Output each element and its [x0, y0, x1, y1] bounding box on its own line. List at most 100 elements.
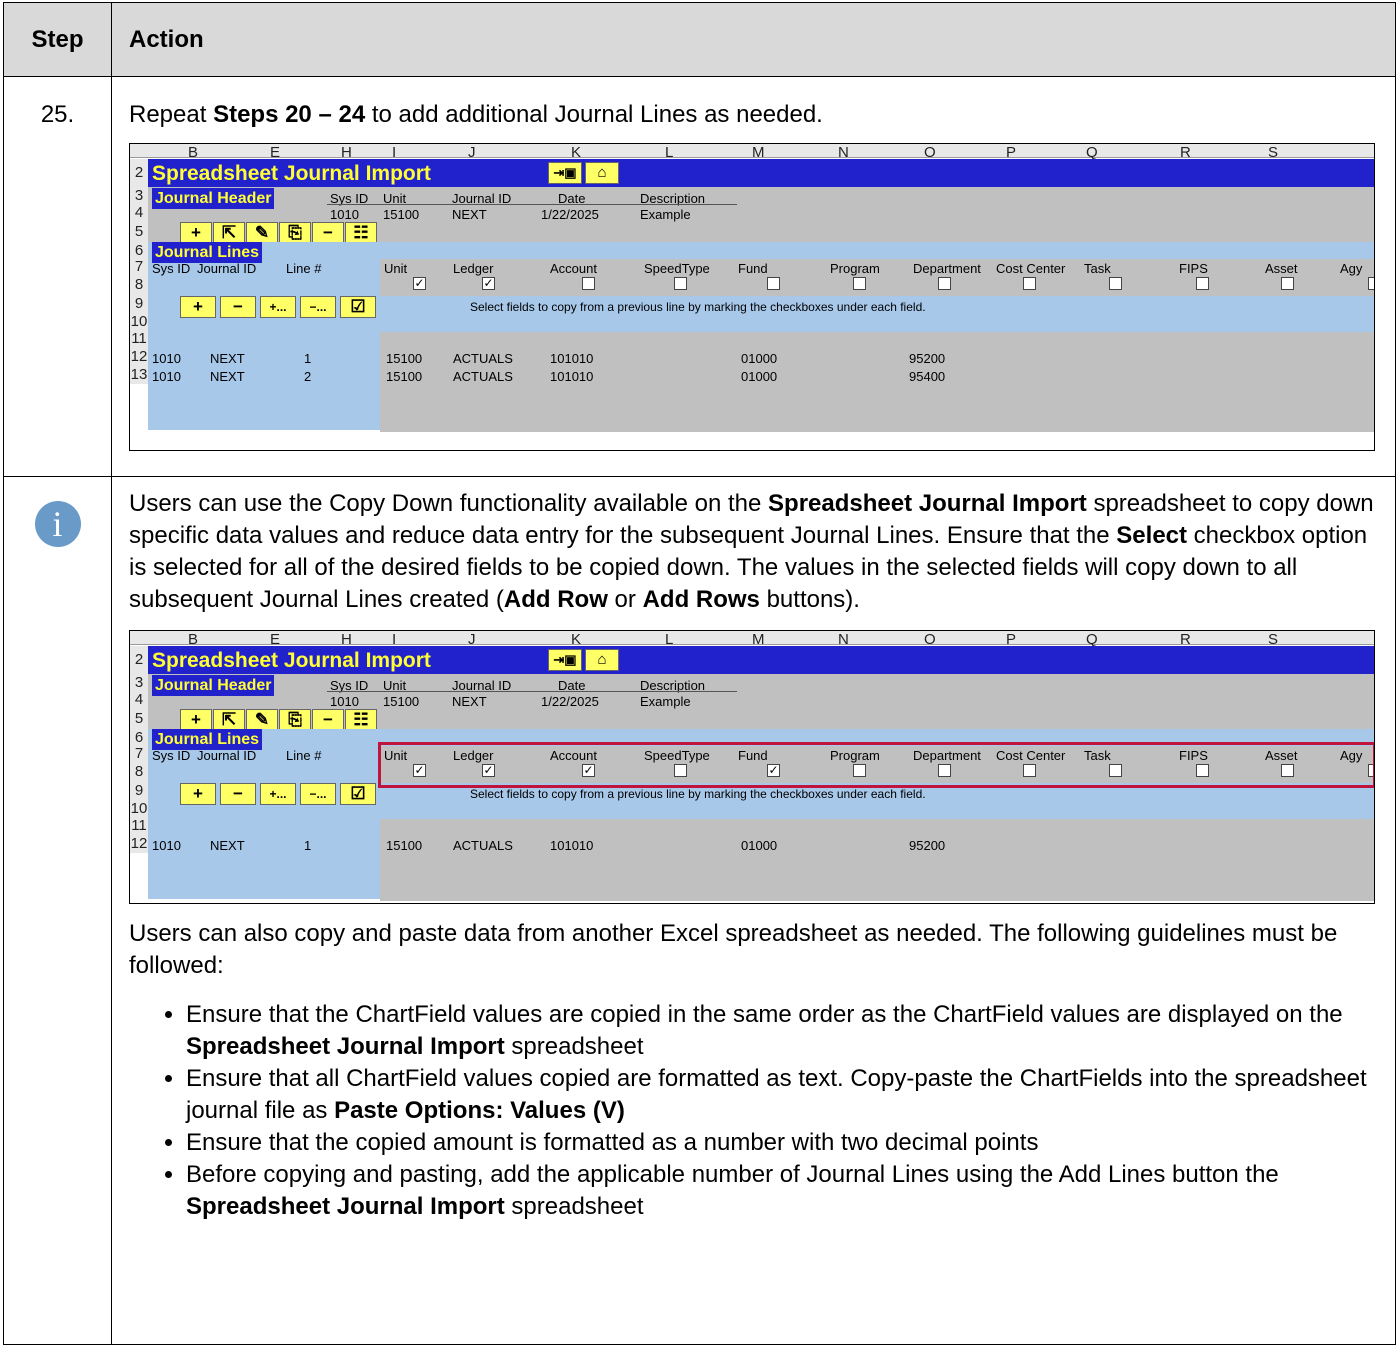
- checkbox: [767, 276, 780, 290]
- data-cell: 1010: [152, 350, 181, 366]
- data-cell: 2: [304, 368, 312, 384]
- header-divider: [327, 203, 737, 205]
- checkbox: [938, 276, 951, 290]
- checkbox-checked: ✓: [482, 275, 495, 290]
- line-field-label: Agy: [1340, 260, 1363, 276]
- checkbox: [1109, 276, 1122, 290]
- home-icon: ⌂: [585, 648, 619, 671]
- line-field-label: Line #: [286, 260, 322, 276]
- data-cell: 01000: [741, 368, 778, 384]
- add-lines-button: +...: [260, 782, 296, 805]
- data-cell: ACTUALS: [453, 350, 513, 366]
- spreadsheet-screenshot-2: B E H I J K L M N O P Q R S 2 3 4 5 6 7 8 9 10 11 12 Spreadsheet …: [129, 629, 1375, 904]
- row-number: 11: [130, 328, 148, 348]
- line-field-label: Program: [830, 260, 880, 276]
- copy-hint: Select fields to copy from a previous li…: [470, 299, 926, 314]
- header-divider: [327, 690, 737, 692]
- checkbox: [674, 276, 687, 290]
- table-header-row: Step Action: [3, 2, 1396, 77]
- checkbox: [1196, 276, 1209, 290]
- data-cell: 1010: [152, 368, 181, 384]
- document-page: Step Action 25. Repeat Steps 20 – 24 to …: [3, 2, 1396, 1349]
- row-number: 9: [130, 780, 148, 801]
- select-button: ⇱: [213, 221, 245, 244]
- step-instruction: Repeat Steps 20 – 24 to add additional J…: [129, 101, 823, 128]
- data-cell: ACTUALS: [453, 368, 513, 384]
- row-number: 10: [130, 312, 148, 330]
- select-button: ⇱: [213, 708, 245, 731]
- data-cell: ACTUALS: [453, 837, 513, 853]
- row-number: 7: [130, 258, 148, 275]
- data-cell: 1: [304, 350, 312, 366]
- add-line-button: +: [180, 782, 216, 805]
- import-icon: ⇥▣: [548, 648, 582, 671]
- home-icon: ⌂: [585, 161, 619, 184]
- copy-hint: Select fields to copy from a previous li…: [470, 786, 926, 801]
- data-cell: 95400: [909, 368, 946, 384]
- line-field-label: FIPS: [1179, 260, 1208, 276]
- row-number: 4: [130, 203, 148, 221]
- select-all-button: ☑: [340, 295, 376, 318]
- data-cell: NEXT: [210, 837, 245, 853]
- step-action: Repeat Steps 20 – 24 to add additional J…: [111, 76, 1396, 477]
- line-field-label: Sys ID: [152, 747, 191, 763]
- header-field-value: 15100: [383, 206, 420, 222]
- data-cell: 101010: [550, 837, 594, 853]
- column-header-bar: BEHIJKLMNOPQRS: [130, 630, 1374, 648]
- list-item: Ensure that the copied amount is formatt…: [186, 1127, 1391, 1159]
- row-number: 8: [130, 274, 148, 294]
- header-field-value: NEXT: [452, 206, 487, 222]
- line-field-label: Account: [550, 260, 597, 276]
- checkbox: [1023, 276, 1036, 290]
- list-item: Ensure that all ChartField values copied…: [186, 1063, 1391, 1127]
- list-button: ☷: [345, 221, 377, 244]
- row-number: 2: [130, 645, 148, 674]
- delete-row-button: −: [312, 221, 344, 244]
- table-row: 25. Repeat Steps 20 – 24 to add addition…: [3, 76, 1396, 477]
- line-field-label: Line #: [286, 747, 322, 763]
- note-paragraph-2: Users can also copy and paste data from …: [129, 919, 1338, 979]
- line-field-label: Task: [1084, 260, 1111, 276]
- select-all-button: ☑: [340, 782, 376, 805]
- header-field-value: 1/22/2025: [541, 693, 599, 709]
- add-lines-button: +...: [260, 295, 296, 318]
- list-item: Before copying and pasting, add the appl…: [186, 1159, 1391, 1223]
- note-paragraph-1: Users can use the Copy Down functionalit…: [129, 490, 1374, 613]
- checkbox-checked: ✓: [413, 275, 426, 290]
- row-number: 7: [130, 745, 148, 762]
- line-field-label: Unit: [384, 260, 408, 276]
- header-field-value: 1/22/2025: [541, 206, 599, 222]
- row-number: 12: [130, 834, 148, 853]
- row-number: 5: [130, 220, 148, 242]
- row-number: 6: [130, 241, 148, 259]
- action-header: Action: [111, 2, 1396, 77]
- sheet-title: Spreadsheet Journal Import: [152, 648, 431, 672]
- header-field-value: 15100: [383, 693, 420, 709]
- copy-button: ⎘: [279, 708, 311, 731]
- data-cell: 15100: [386, 837, 423, 853]
- add-row-button: +: [180, 708, 212, 731]
- delete-row-button: −: [312, 708, 344, 731]
- header-field-value: 1010: [330, 206, 359, 222]
- journal-header-label: Journal Header: [152, 674, 275, 696]
- data-band: [380, 331, 1374, 432]
- list-button: ☷: [345, 708, 377, 731]
- add-line-button: +: [180, 295, 216, 318]
- header-field-value: NEXT: [452, 693, 487, 709]
- data-cell: 01000: [741, 350, 778, 366]
- row-number: 6: [130, 728, 148, 746]
- edit-button: ✎: [246, 221, 278, 244]
- header-field-value: 1010: [330, 693, 359, 709]
- line-field-label: Cost Center: [996, 260, 1066, 276]
- line-field-label: Asset: [1265, 260, 1298, 276]
- data-cell: 1010: [152, 837, 181, 853]
- highlight-box: [378, 741, 1374, 788]
- data-cell: 101010: [550, 350, 594, 366]
- row-number: 9: [130, 293, 148, 314]
- row-number: 4: [130, 690, 148, 708]
- data-cell: 95200: [909, 350, 946, 366]
- data-cell: 95200: [909, 837, 946, 853]
- row-number: 3: [130, 673, 148, 691]
- data-cell: NEXT: [210, 350, 245, 366]
- info-icon: i: [34, 501, 81, 547]
